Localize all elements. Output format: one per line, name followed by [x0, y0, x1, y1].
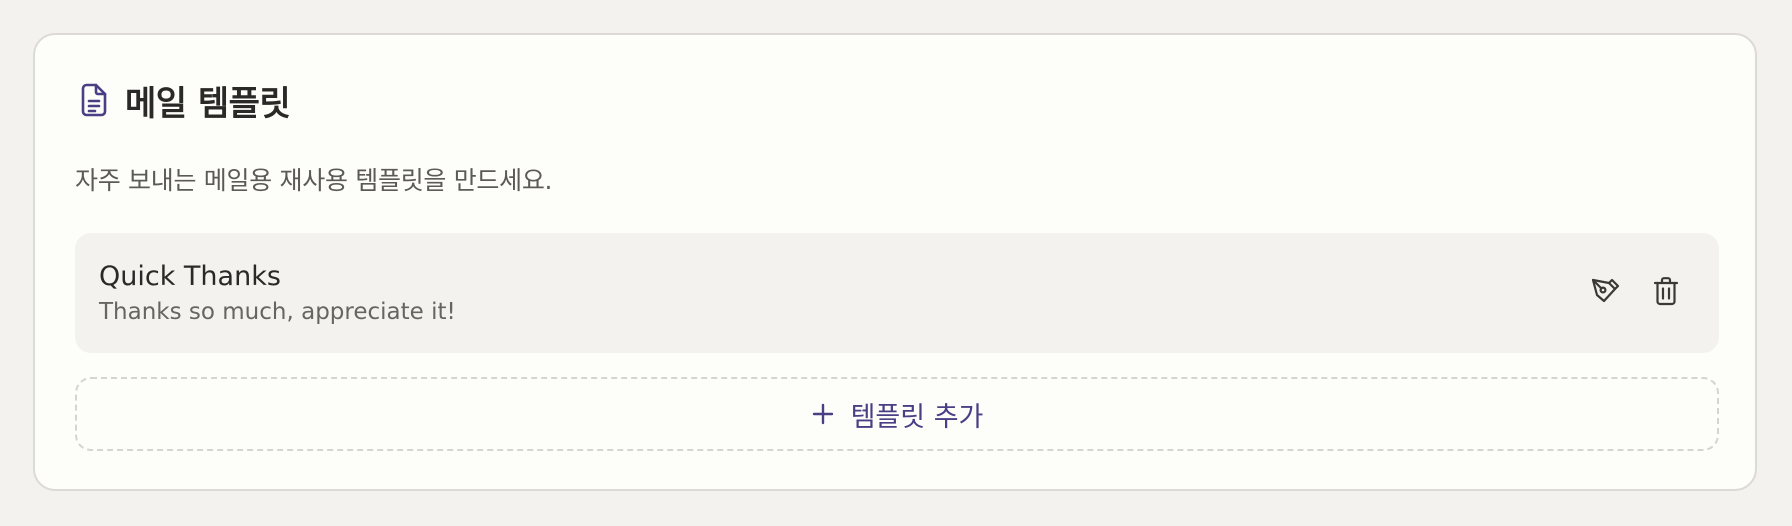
edit-template-button[interactable] — [1585, 273, 1625, 313]
pen-icon — [1590, 276, 1620, 310]
plus-icon — [811, 402, 835, 426]
add-template-button[interactable]: 템플릿 추가 — [75, 377, 1719, 451]
card-header: 메일 템플릿 — [77, 77, 291, 124]
email-templates-card: 메일 템플릿 자주 보내는 메일용 재사용 템플릿을 만드세요. Quick T… — [33, 33, 1757, 491]
template-name: Quick Thanks — [99, 261, 281, 292]
trash-icon — [1653, 276, 1679, 310]
template-preview: Thanks so much, appreciate it! — [99, 299, 456, 325]
card-title: 메일 템플릿 — [125, 83, 291, 124]
template-item: Quick Thanks Thanks so much, appreciate … — [75, 233, 1719, 353]
delete-template-button[interactable] — [1646, 273, 1686, 313]
document-icon — [77, 81, 111, 119]
card-description: 자주 보내는 메일용 재사용 템플릿을 만드세요. — [75, 166, 553, 195]
add-template-label: 템플릿 추가 — [850, 401, 984, 433]
